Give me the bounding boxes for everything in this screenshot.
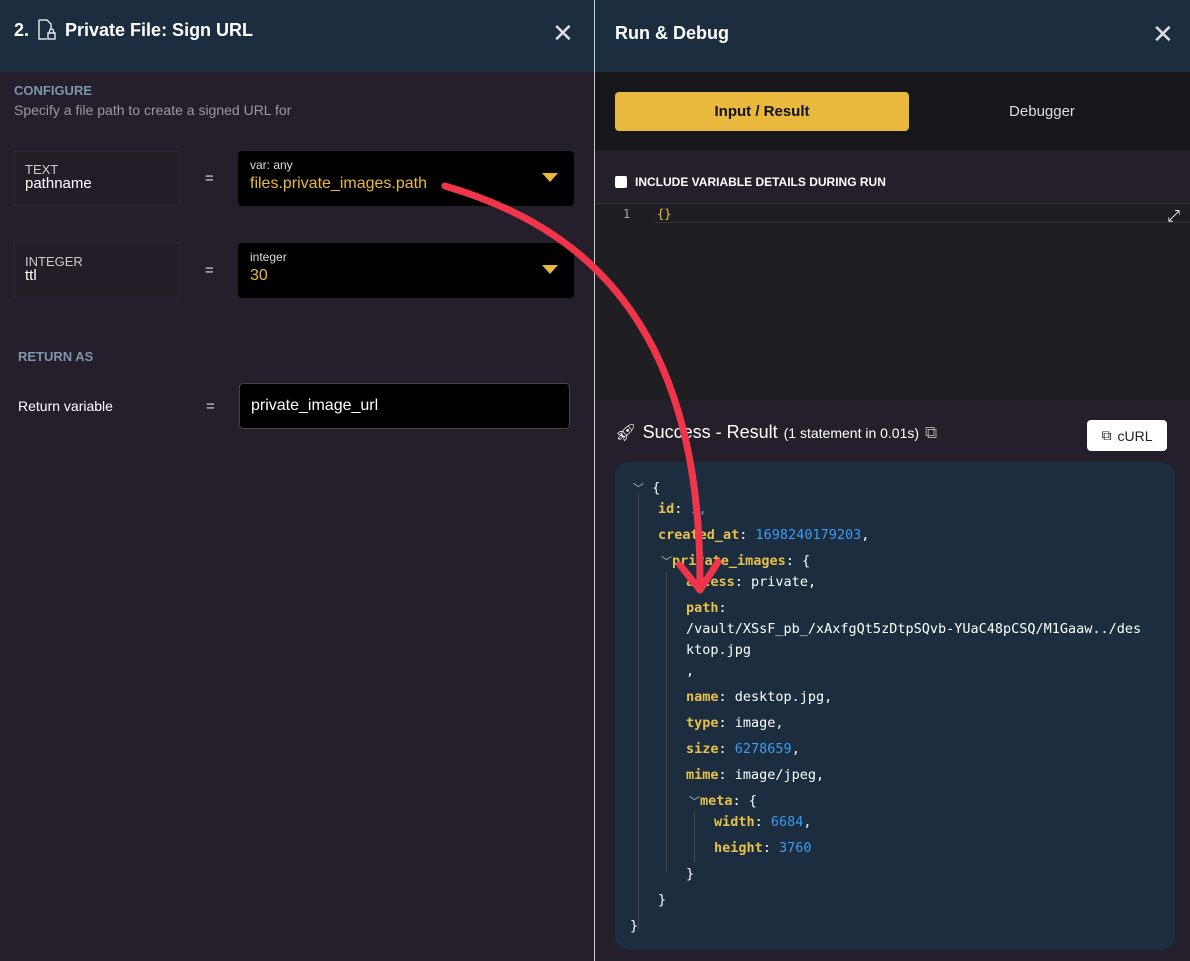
annotation-arrow — [441, 182, 722, 594]
